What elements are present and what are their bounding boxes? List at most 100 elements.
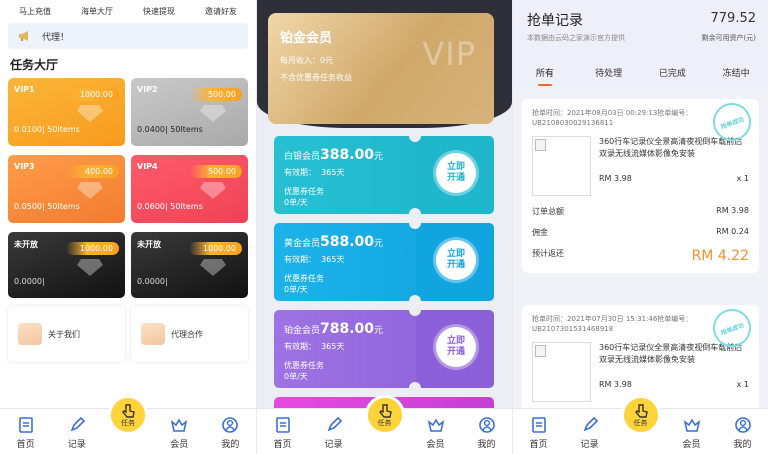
tab-records[interactable]: 记录 xyxy=(564,409,615,454)
plan-days: 365天 xyxy=(321,168,345,177)
nav-invite[interactable]: 邀请好友 xyxy=(205,6,237,20)
tab-home[interactable]: 首页 xyxy=(0,409,51,454)
vip-rate: 0.0600| 50Items xyxy=(137,202,203,211)
records-header: 抢单记录 本数据由云码之家演示官方提供 779.52 剩余可用资产(元) 所有 … xyxy=(513,0,768,90)
plan-validity-label: 有效期： xyxy=(284,168,316,177)
order-card[interactable]: 抢单成功 抢单时间：2021年08月03日 00:29:13抢单编号：UB210… xyxy=(522,97,759,273)
section-title: 任务大厅 xyxy=(10,58,59,72)
tab-mine-label: 我的 xyxy=(221,440,240,450)
notice-text: 代理！ xyxy=(42,32,70,43)
return-value: RM 4.22 xyxy=(691,248,749,264)
agent-coop-item[interactable]: 代理合作 xyxy=(131,306,248,362)
diamond-icon xyxy=(200,259,226,276)
plan-validity-label: 有效期： xyxy=(284,255,316,264)
order-time-line: 抢单时间：2021年08月03日 00:29:13抢单编号：UB21080300… xyxy=(532,109,693,127)
vip-card-2[interactable]: VIP2 500.00 0.0400| 50Items xyxy=(131,78,248,146)
plan-price: 788.00 xyxy=(320,321,375,337)
tab-member[interactable]: 会员 xyxy=(154,409,205,454)
tab-task[interactable]: 任务 xyxy=(615,395,666,454)
diamond-icon xyxy=(77,259,103,276)
vip-card-4[interactable]: VIP4 500.00 0.0600| 50Items xyxy=(131,155,248,223)
user-icon xyxy=(478,416,496,434)
crown-icon xyxy=(683,416,701,434)
diamond-icon xyxy=(77,182,103,199)
tab-member[interactable]: 会员 xyxy=(666,409,717,454)
tab-completed[interactable]: 已完成 xyxy=(641,66,705,86)
open-now-button[interactable]: 立即 开通 xyxy=(436,153,476,193)
tab-records[interactable]: 记录 xyxy=(308,409,359,454)
vip-rate: 0.0500| 50Items xyxy=(14,202,80,211)
info-grid: 关于我们 代理合作 xyxy=(0,298,256,362)
plan-coupon: 优惠券任务 xyxy=(284,274,324,283)
tab-task[interactable]: 任务 xyxy=(102,395,153,454)
tab-task[interactable]: 任务 xyxy=(359,395,410,454)
tab-member[interactable]: 会员 xyxy=(410,409,461,454)
tab-mine[interactable]: 我的 xyxy=(461,409,512,454)
tab-task-label: 任务 xyxy=(121,418,135,427)
total-value: RM 3.98 xyxy=(716,206,749,215)
notice-bar[interactable]: 代理！ xyxy=(8,23,248,49)
plan-price: 388.00 xyxy=(320,147,375,163)
tab-mine[interactable]: 我的 xyxy=(717,409,768,454)
tab-home[interactable]: 首页 xyxy=(513,409,564,454)
vip-card-locked-1[interactable]: 未开放 1000.00 0.0000| xyxy=(8,232,125,298)
diamond-icon xyxy=(77,105,103,122)
product-qty: x 1 xyxy=(736,174,749,183)
plan-name: 黄金会员 xyxy=(284,239,321,249)
plan-per-day: 0单/天 xyxy=(284,372,308,381)
home-screen: 马上充值 海单大厅 快速提现 邀请好友 代理！ 任务大厅 VIP1 1000.0… xyxy=(0,0,256,454)
commission-label: 佣金 xyxy=(532,228,548,237)
tab-mine-label: 我的 xyxy=(733,440,752,450)
vip-card-locked-2[interactable]: 未开放 1000.00 0.0000| xyxy=(131,232,248,298)
open-now-button[interactable]: 立即 开通 xyxy=(436,240,476,280)
hand-pointer-icon xyxy=(634,403,648,418)
vip-card-1[interactable]: VIP1 1000.00 0.0100| 50Items xyxy=(8,78,125,146)
task-button[interactable]: 任务 xyxy=(364,395,405,435)
product-image xyxy=(532,342,591,402)
plan-unit: 元 xyxy=(374,239,384,249)
nav-withdraw[interactable]: 快速提现 xyxy=(143,6,175,20)
records-tabs: 所有 待处理 已完成 冻结中 xyxy=(513,66,768,86)
tab-frozen[interactable]: 冻结中 xyxy=(704,66,768,86)
task-button[interactable]: 任务 xyxy=(620,395,661,435)
vip-price: 1000.00 xyxy=(65,242,119,255)
tab-home-label: 首页 xyxy=(529,440,548,450)
bottom-tabbar: 首页 记录 任务 会员 我的 xyxy=(257,395,512,454)
vip-price: 1000.00 xyxy=(65,88,119,101)
nav-order-hall[interactable]: 海单大厅 xyxy=(81,6,113,20)
tab-records[interactable]: 记录 xyxy=(51,409,102,454)
vip-card-3[interactable]: VIP3 400.00 0.0500| 50Items xyxy=(8,155,125,223)
tab-home[interactable]: 首页 xyxy=(257,409,308,454)
tab-pending[interactable]: 待处理 xyxy=(577,66,641,86)
tab-home-label: 首页 xyxy=(273,440,292,450)
open-now-button[interactable]: 立即 开通 xyxy=(436,327,476,367)
diamond-icon xyxy=(200,105,226,122)
plan-unit: 元 xyxy=(374,326,384,336)
vip-price: 400.00 xyxy=(67,165,119,178)
order-product: 360行车记录仪全景高清夜视倒车载前后双录无线流媒体影像免安装 RM 3.98 x… xyxy=(532,136,749,196)
vip-rate: 0.0400| 50Items xyxy=(137,125,203,134)
about-us-item[interactable]: 关于我们 xyxy=(8,306,125,362)
plan-card-gold: 黄金会员588.00元 有效期： 365天 优惠券任务 0单/天 立即 开通 xyxy=(274,223,494,301)
top-quick-nav: 马上充值 海单大厅 快速提现 邀请好友 xyxy=(0,0,256,20)
vip-price: 500.00 xyxy=(190,165,242,178)
user-icon xyxy=(734,416,752,434)
order-product: 360行车记录仪全景高清夜视倒车载前后双录无线流媒体影像免安装 RM 3.98 x… xyxy=(532,342,749,402)
product-image xyxy=(532,136,591,196)
plan-body: 铂金会员788.00元 有效期： 365天 优惠券任务 0单/天 xyxy=(274,310,420,388)
tab-mine[interactable]: 我的 xyxy=(205,409,256,454)
plan-days: 365天 xyxy=(321,342,345,351)
records-screen: 抢单记录 本数据由云码之家演示官方提供 779.52 剩余可用资产(元) 所有 … xyxy=(513,0,768,454)
return-label: 预计返还 xyxy=(532,249,564,258)
product-price: RM 3.98 xyxy=(599,380,632,389)
tab-member-label: 会员 xyxy=(170,440,189,450)
stamp-text: 抢单成功 xyxy=(719,321,745,337)
crown-icon xyxy=(170,416,188,434)
nav-recharge[interactable]: 马上充值 xyxy=(19,6,51,20)
vip-watermark: VIP xyxy=(422,35,476,73)
tab-mine-label: 我的 xyxy=(477,440,496,450)
tab-records-label: 记录 xyxy=(67,440,86,450)
tab-all[interactable]: 所有 xyxy=(513,66,577,86)
task-button[interactable]: 任务 xyxy=(108,395,148,435)
pen-icon xyxy=(325,416,343,434)
